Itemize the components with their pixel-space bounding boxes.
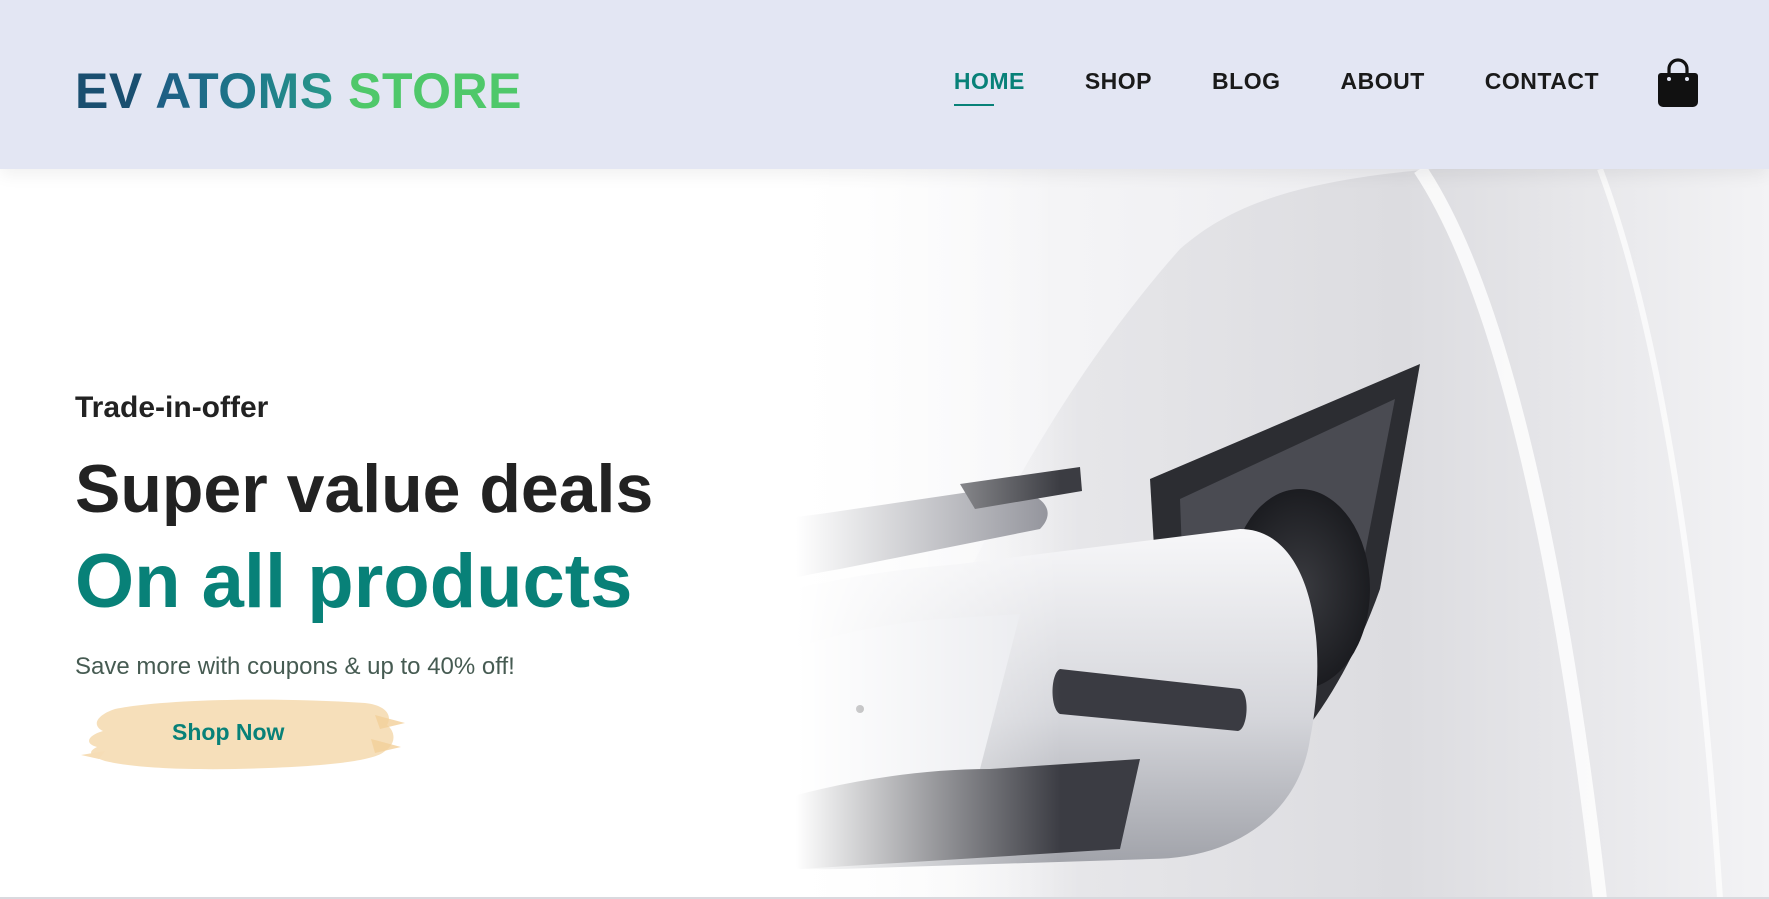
- page: EV ATOMS STORE HOME SHOP BLOG ABOUT CONT…: [0, 0, 1769, 899]
- logo-part-store: STORE: [348, 63, 522, 119]
- shopping-bag-icon: [1658, 58, 1698, 107]
- logo-part-atoms: ATOMS: [155, 63, 334, 119]
- hero-kicker: Trade-in-offer: [75, 391, 269, 424]
- nav-item-blog[interactable]: BLOG: [1212, 70, 1280, 93]
- nav-item-contact[interactable]: CONTACT: [1485, 70, 1599, 93]
- store-logo[interactable]: EV ATOMS STORE: [75, 66, 522, 116]
- site-header: EV ATOMS STORE HOME SHOP BLOG ABOUT CONT…: [0, 0, 1769, 169]
- logo-part-ev: EV: [75, 63, 143, 119]
- main-nav: HOME SHOP BLOG ABOUT CONTACT: [894, 70, 1599, 106]
- hero-subtext: Save more with coupons & up to 40% off!: [75, 653, 515, 680]
- nav-item-about[interactable]: ABOUT: [1340, 70, 1424, 93]
- nav-item-shop[interactable]: SHOP: [1085, 70, 1152, 93]
- shop-now-button[interactable]: Shop Now: [75, 695, 405, 773]
- hero-headline-accent: On all products: [75, 539, 633, 624]
- hero-banner: Trade-in-offer Super value deals On all …: [0, 169, 1769, 899]
- nav-item-home[interactable]: HOME: [953, 70, 1025, 106]
- shop-now-label: Shop Now: [172, 719, 285, 745]
- hero-headline: Super value deals: [75, 451, 654, 527]
- hero-text-block: Trade-in-offer Super value deals On all …: [75, 391, 654, 770]
- cart-button[interactable]: [1656, 58, 1700, 108]
